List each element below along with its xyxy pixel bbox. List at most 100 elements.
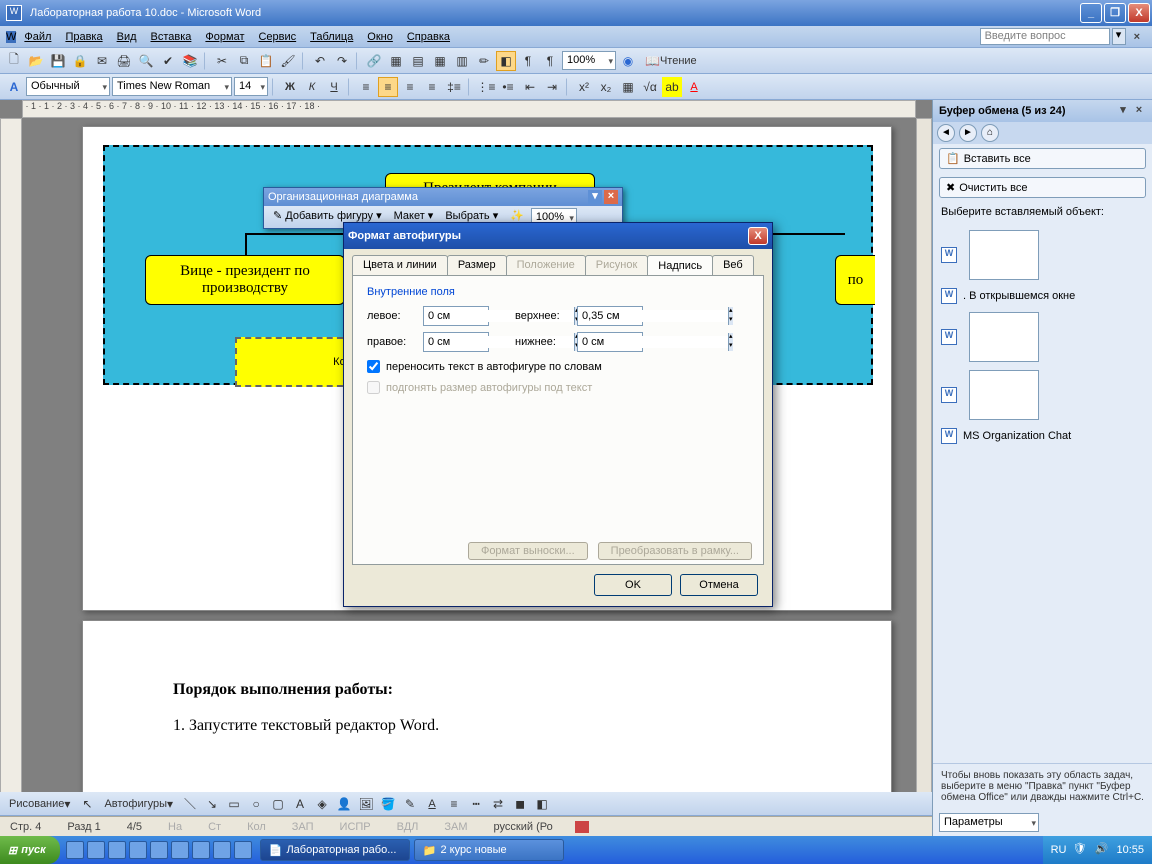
ql-icon[interactable] bbox=[150, 841, 168, 859]
toolbar-options-icon[interactable]: ▾ bbox=[588, 190, 602, 204]
size-combo[interactable]: 14 bbox=[234, 77, 268, 96]
clipboard-item[interactable]: W bbox=[939, 308, 1146, 366]
justify-icon[interactable]: ≡ bbox=[422, 77, 442, 97]
diagram-icon[interactable]: ◈ bbox=[312, 794, 332, 814]
select-objects-icon[interactable]: ↖ bbox=[77, 794, 97, 814]
tables-borders-icon[interactable]: ▦ bbox=[386, 51, 406, 71]
tray-icon[interactable]: 🔊 bbox=[1094, 842, 1110, 858]
cancel-button[interactable]: Отмена bbox=[680, 574, 758, 596]
align-left-icon[interactable]: ≡ bbox=[356, 77, 376, 97]
borders-icon[interactable]: ▦ bbox=[618, 77, 638, 97]
menu-window[interactable]: Окно bbox=[361, 29, 399, 45]
align-right-icon[interactable]: ≡ bbox=[400, 77, 420, 97]
font-combo[interactable]: Times New Roman bbox=[112, 77, 232, 96]
line-color-icon[interactable]: ✎ bbox=[400, 794, 420, 814]
close-document-button[interactable]: × bbox=[1128, 31, 1146, 43]
ql-icon[interactable] bbox=[87, 841, 105, 859]
line-style-icon[interactable]: ≡ bbox=[444, 794, 464, 814]
3d-icon[interactable]: ◧ bbox=[532, 794, 552, 814]
decrease-indent-icon[interactable]: ⇤ bbox=[520, 77, 540, 97]
clipboard-item[interactable]: W. В открывшемся окне bbox=[939, 284, 1146, 308]
format-painter-icon[interactable]: 🖌 bbox=[278, 51, 298, 71]
taskbar-task-word[interactable]: 📄 Лабораторная рабо... bbox=[260, 839, 410, 861]
open-icon[interactable]: 📂 bbox=[26, 51, 46, 71]
increase-indent-icon[interactable]: ⇥ bbox=[542, 77, 562, 97]
new-doc-icon[interactable]: 🗋 bbox=[4, 51, 24, 71]
paste-all-button[interactable]: 📋 Вставить все bbox=[939, 148, 1146, 169]
redo-icon[interactable]: ↷ bbox=[332, 51, 352, 71]
highlight-icon[interactable]: ab bbox=[662, 77, 682, 97]
clipboard-item[interactable]: W bbox=[939, 226, 1146, 284]
mail-icon[interactable]: ✉ bbox=[92, 51, 112, 71]
options-combo[interactable]: Параметры bbox=[939, 813, 1039, 832]
font-color-icon[interactable]: A bbox=[684, 77, 704, 97]
ql-icon[interactable] bbox=[129, 841, 147, 859]
menu-view[interactable]: Вид bbox=[111, 29, 143, 45]
status-language[interactable]: русский (Ро bbox=[490, 821, 557, 833]
ql-icon[interactable] bbox=[171, 841, 189, 859]
bold-icon[interactable]: Ж bbox=[280, 77, 300, 97]
superscript-icon[interactable]: x² bbox=[574, 77, 594, 97]
undo-icon[interactable]: ↶ bbox=[310, 51, 330, 71]
numbering-icon[interactable]: ⋮≡ bbox=[476, 77, 496, 97]
spell-icon[interactable]: ✔ bbox=[158, 51, 178, 71]
ql-icon[interactable] bbox=[234, 841, 252, 859]
shadow-icon[interactable]: ◼ bbox=[510, 794, 530, 814]
ql-icon[interactable] bbox=[66, 841, 84, 859]
menu-tools[interactable]: Сервис bbox=[252, 29, 302, 45]
reading-layout-button[interactable]: 📖 Чтение bbox=[640, 51, 702, 71]
tab-textbox[interactable]: Надпись bbox=[647, 255, 713, 275]
menu-file[interactable]: Файл bbox=[18, 29, 57, 45]
status-ext[interactable]: ВДЛ bbox=[393, 821, 423, 833]
toolbar-close-icon[interactable]: × bbox=[604, 190, 618, 204]
tray-clock[interactable]: 10:55 bbox=[1116, 844, 1144, 856]
equation-icon[interactable]: √α bbox=[640, 77, 660, 97]
bullets-icon[interactable]: •≡ bbox=[498, 77, 518, 97]
cut-icon[interactable]: ✂ bbox=[212, 51, 232, 71]
document-area[interactable]: Президент компании Вице - президент по п… bbox=[22, 118, 916, 820]
restore-button[interactable]: ❐ bbox=[1104, 3, 1126, 23]
taskbar-task-folder[interactable]: 📁 2 курс новые bbox=[414, 839, 564, 861]
tab-size[interactable]: Размер bbox=[447, 255, 507, 275]
wrap-text-check[interactable] bbox=[367, 360, 380, 373]
status-rec[interactable]: ЗАП bbox=[288, 821, 318, 833]
task-pane-menu-icon[interactable]: ▾ bbox=[1116, 104, 1130, 118]
dialog-close-button[interactable]: X bbox=[748, 227, 768, 245]
oval-icon[interactable]: ○ bbox=[246, 794, 266, 814]
tab-picture[interactable]: Рисунок bbox=[585, 255, 649, 275]
paste-icon[interactable]: 📋 bbox=[256, 51, 276, 71]
excel-icon[interactable]: ▦ bbox=[430, 51, 450, 71]
picture-icon[interactable]: 🖼 bbox=[356, 794, 376, 814]
line-spacing-icon[interactable]: ‡≡ bbox=[444, 77, 464, 97]
fill-color-icon[interactable]: 🪣 bbox=[378, 794, 398, 814]
columns-icon[interactable]: ▥ bbox=[452, 51, 472, 71]
rectangle-icon[interactable]: ▭ bbox=[224, 794, 244, 814]
style-combo[interactable]: Обычный bbox=[26, 77, 110, 96]
preview-icon[interactable]: 🔍 bbox=[136, 51, 156, 71]
org-box-vp-right[interactable]: по bbox=[835, 255, 875, 305]
right-margin-input[interactable]: ▴▾ bbox=[423, 332, 489, 352]
ql-icon[interactable] bbox=[213, 841, 231, 859]
insert-table-icon[interactable]: ▤ bbox=[408, 51, 428, 71]
ok-button[interactable]: OK bbox=[594, 574, 672, 596]
ql-icon[interactable] bbox=[108, 841, 126, 859]
ask-dropdown[interactable]: ▾ bbox=[1112, 28, 1126, 45]
align-center-icon[interactable]: ≡ bbox=[378, 77, 398, 97]
subscript-icon[interactable]: x₂ bbox=[596, 77, 616, 97]
clipart-icon[interactable]: 👤 bbox=[334, 794, 354, 814]
save-icon[interactable]: 💾 bbox=[48, 51, 68, 71]
help-icon[interactable]: ◉ bbox=[618, 51, 638, 71]
nav-home-icon[interactable]: ⌂ bbox=[981, 124, 999, 142]
ql-icon[interactable] bbox=[192, 841, 210, 859]
vertical-ruler[interactable] bbox=[0, 118, 22, 820]
minimize-button[interactable]: _ bbox=[1080, 3, 1102, 23]
clipboard-item[interactable]: WMS Organization Chat bbox=[939, 424, 1146, 448]
horizontal-ruler[interactable]: · 1 · 1 · 2 · 3 · 4 · 5 · 6 · 7 · 8 · 9 … bbox=[22, 100, 916, 118]
vertical-scrollbar[interactable] bbox=[916, 118, 932, 820]
spell-status-icon[interactable] bbox=[575, 821, 589, 833]
bottom-margin-input[interactable]: ▴▾ bbox=[577, 332, 643, 352]
drawing-menu[interactable]: Рисование ▾ bbox=[4, 794, 75, 814]
textbox-icon[interactable]: ▢ bbox=[268, 794, 288, 814]
permission-icon[interactable]: 🔒 bbox=[70, 51, 90, 71]
tab-colors-lines[interactable]: Цвета и линии bbox=[352, 255, 448, 275]
